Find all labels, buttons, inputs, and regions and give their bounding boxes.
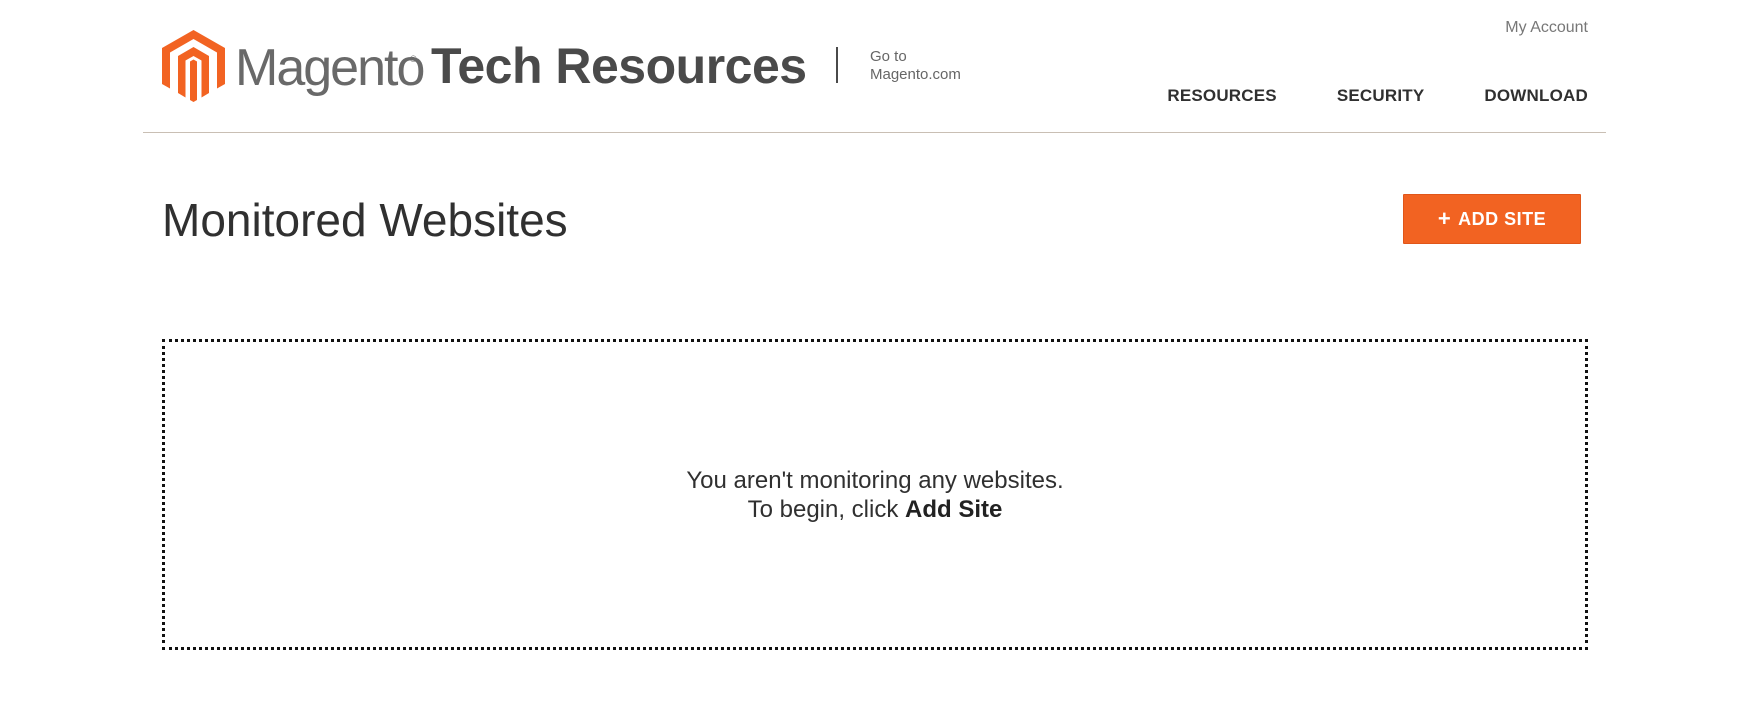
my-account-link[interactable]: My Account [1505, 18, 1588, 38]
empty-state-action: Add Site [905, 495, 1003, 523]
goto-line-1: Go to [870, 48, 907, 65]
nav-download[interactable]: DOWNLOAD [1484, 85, 1588, 107]
empty-state-box: You aren't monitoring any websites. To b… [162, 339, 1588, 650]
nav-security[interactable]: SECURITY [1337, 85, 1425, 107]
empty-state-instruction: To begin, click Add Site [748, 495, 1003, 524]
title-divider [836, 47, 838, 83]
goto-magento-link[interactable]: Go to Magento.com [870, 48, 961, 84]
nav-resources[interactable]: RESOURCES [1167, 85, 1277, 107]
magento-logo-icon[interactable] [162, 30, 225, 102]
plus-icon: + [1437, 206, 1452, 231]
registered-mark: ® [410, 54, 417, 64]
main-nav: RESOURCES SECURITY DOWNLOAD [1167, 85, 1588, 107]
add-site-label: ADD SITE [1458, 208, 1547, 229]
goto-line-2: Magento.com [870, 66, 961, 83]
site-title[interactable]: Tech Resources [431, 36, 807, 96]
empty-state-prefix: To begin, click [747, 495, 899, 523]
add-site-button[interactable]: + ADD SITE [1403, 194, 1581, 244]
brand-wordmark[interactable]: Magento [235, 38, 425, 98]
site-header: Magento ® Tech Resources Go to Magento.c… [0, 0, 1749, 133]
empty-state-message: You aren't monitoring any websites. [686, 466, 1064, 494]
header-divider [143, 132, 1606, 133]
page-title: Monitored Websites [162, 194, 568, 246]
